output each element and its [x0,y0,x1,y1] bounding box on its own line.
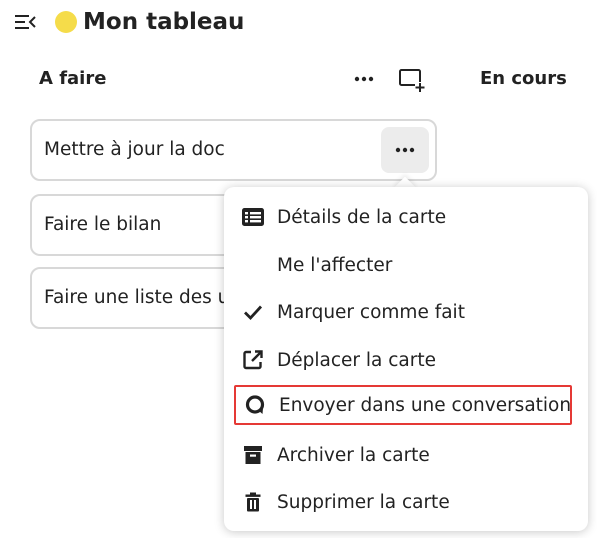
card-plus-icon [399,69,425,92]
menu-item-send-to-conversation[interactable]: Envoyer dans une conversation [234,385,572,425]
menu-item-assign-to-me[interactable]: Me l'affecter [234,245,570,285]
menu-item-card-details[interactable]: Détails de la carte [234,197,570,237]
menu-item-move-card[interactable]: Déplacer la carte [234,340,570,380]
navigation-toggle-button[interactable] [12,10,38,34]
card-item[interactable]: Mettre à jour la doc [30,119,437,181]
menu-item-label: Détails de la carte [277,206,447,228]
menu-item-label: Me l'affecter [277,254,393,276]
menu-item-delete-card[interactable]: Supprimer la carte [234,482,570,522]
board-header: Mon tableau [0,0,597,44]
card-details-icon [234,197,272,237]
card-title: Faire le bilan [44,214,162,235]
stack-actions-button[interactable] [349,66,379,92]
more-horizontal-icon [395,147,415,153]
menu-item-label: Marquer comme fait [277,301,465,323]
archive-icon [234,435,272,475]
delete-icon [234,482,272,522]
menu-item-label: Déplacer la carte [277,349,436,371]
stack-title-todo: A faire [39,68,107,89]
menu-item-archive-card[interactable]: Archiver la carte [234,435,570,475]
menu-item-label: Supprimer la carte [277,491,450,513]
deck-board-view: Mon tableau A faire En cours Mettre à jo… [0,0,597,538]
open-in-new-icon [234,340,272,380]
more-horizontal-icon [354,76,374,82]
card-title: Mettre à jour la doc [44,139,225,160]
menu-item-label: Envoyer dans une conversation [279,394,572,416]
menu-item-mark-done[interactable]: Marquer comme fait [234,292,570,332]
menu-collapse-icon [15,15,36,29]
stack-title-in-progress: En cours [480,68,567,89]
talk-icon [236,385,274,425]
menu-item-label: Archiver la carte [277,444,430,466]
board-title: Mon tableau [83,9,245,35]
board-color-dot [55,11,77,33]
card-title: Faire une liste des u [44,287,230,308]
add-card-button[interactable] [397,66,427,94]
card-actions-button[interactable] [381,127,429,173]
checkmark-icon [234,292,272,332]
